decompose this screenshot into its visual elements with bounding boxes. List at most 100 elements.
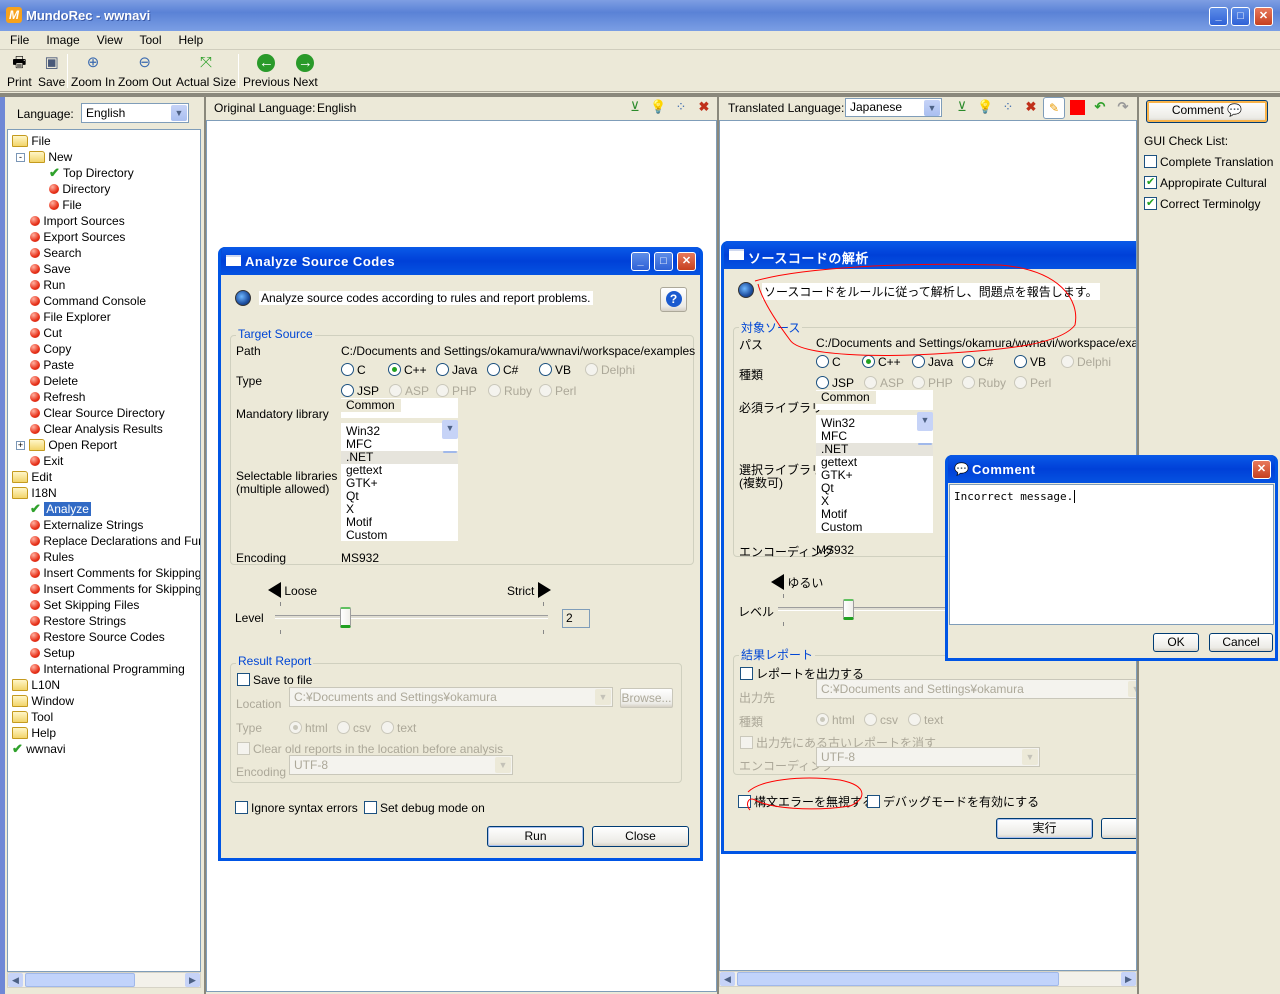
zoom-out-button[interactable]: ⊖ Zoom Out	[118, 52, 171, 89]
tree-item[interactable]: Search	[30, 245, 81, 261]
report-encoding-combo[interactable]: UTF-8 ▼	[289, 755, 513, 775]
ignore-syntax-errors-checkbox[interactable]: Ignore syntax errors	[235, 801, 358, 815]
tree-item[interactable]: Restore Strings	[30, 613, 126, 629]
report-type-radio[interactable]: text	[908, 713, 943, 727]
menu-view[interactable]: View	[97, 33, 123, 47]
tree-item[interactable]: Set Skipping Files	[30, 597, 139, 613]
level-slider-thumb[interactable]	[340, 607, 351, 628]
type-radio-vb[interactable]: VB	[1014, 355, 1046, 369]
feature-tree[interactable]: File - New ✔ Top Directory Directory File …	[7, 129, 201, 972]
redo-icon[interactable]: ↷	[1115, 99, 1131, 115]
tree-item[interactable]: Help	[12, 725, 56, 741]
tree-item[interactable]: File	[12, 133, 51, 149]
pin-icon[interactable]: ⊻	[627, 99, 643, 115]
radio-circle[interactable]	[912, 355, 925, 368]
tree-item[interactable]: ✔ Top Directory	[49, 165, 134, 181]
close-button[interactable]: ✕	[677, 252, 696, 271]
minimize-button[interactable]: _	[1209, 7, 1228, 26]
radio-circle[interactable]	[585, 363, 598, 376]
radio-circle[interactable]	[337, 721, 350, 734]
menu-tool[interactable]: Tool	[140, 33, 162, 47]
checkbox[interactable]	[740, 667, 753, 680]
comment-textarea[interactable]: Incorrect message.​	[949, 484, 1274, 625]
scroll-thumb[interactable]	[25, 973, 135, 987]
radio-circle[interactable]	[1014, 376, 1027, 389]
type-radio-vb[interactable]: VB	[539, 363, 571, 377]
radio-circle[interactable]	[341, 363, 354, 376]
scroll-down-icon[interactable]: ▼	[442, 420, 458, 436]
close-dialog-button[interactable]: 閉	[1101, 818, 1136, 839]
grid-icon[interactable]: ⁘	[673, 99, 689, 115]
menu-file[interactable]: File	[10, 33, 29, 47]
tree-item[interactable]: Copy	[30, 341, 71, 357]
tree-item[interactable]: Save	[30, 261, 71, 277]
radio-circle[interactable]	[816, 355, 829, 368]
lightbulb-icon[interactable]: 💡	[650, 99, 666, 115]
tree-item[interactable]: ✔ wwnavi	[12, 741, 66, 757]
tree-item[interactable]: Setup	[30, 645, 75, 661]
tree-item[interactable]: Directory	[49, 181, 110, 197]
type-radio-cpp[interactable]: C++	[388, 363, 427, 377]
scroll-right-icon[interactable]: ▶	[1121, 972, 1136, 986]
scroll-left-icon[interactable]: ◀	[8, 973, 23, 987]
report-type-radio[interactable]: text	[381, 721, 416, 735]
type-radio-php[interactable]: PHP	[436, 384, 477, 398]
type-radio-perl[interactable]: Perl	[539, 384, 576, 398]
radio-circle[interactable]	[388, 363, 401, 376]
checkbox[interactable]	[1144, 175, 1157, 189]
checkbox[interactable]	[1144, 155, 1157, 168]
type-radio-c[interactable]: C	[816, 355, 841, 369]
library-item[interactable]: Qt	[341, 490, 458, 503]
pin-icon[interactable]: ⊻	[954, 99, 970, 115]
tree-item[interactable]: ✔ Analyze	[30, 501, 91, 517]
debug-mode-checkbox[interactable]: Set debug mode on	[364, 801, 485, 815]
type-radio-jsp[interactable]: JSP	[341, 384, 379, 398]
tree-item[interactable]: Replace Declarations and Functions	[30, 533, 200, 549]
menu-image[interactable]: Image	[46, 33, 79, 47]
radio-circle[interactable]	[487, 363, 500, 376]
location-combo[interactable]: C:¥Documents and Settings¥okamura ▼	[289, 687, 613, 707]
tree-item[interactable]: Exit	[30, 453, 63, 469]
tree-item[interactable]: Import Sources	[30, 213, 125, 229]
tree-item[interactable]: L10N	[12, 677, 60, 693]
language-select[interactable]: English ▼	[81, 103, 189, 123]
tree-horizontal-scrollbar[interactable]: ◀ ▶	[7, 972, 201, 988]
level-slider-thumb[interactable]	[843, 599, 854, 620]
save-to-file-checkbox[interactable]: Save to file	[237, 673, 312, 687]
clear-old-reports-checkbox[interactable]: Clear old reports in the location before…	[237, 742, 503, 756]
radio-circle[interactable]	[816, 376, 829, 389]
tree-item[interactable]: Tool	[12, 709, 53, 725]
comment-button[interactable]: Comment 💬	[1146, 100, 1268, 123]
checkbox[interactable]	[364, 801, 377, 814]
scroll-thumb[interactable]	[443, 451, 457, 453]
scroll-down-icon[interactable]: ▼	[917, 412, 933, 428]
type-radio-ruby[interactable]: Ruby	[488, 384, 532, 398]
type-radio-java[interactable]: Java	[912, 355, 953, 369]
report-type-radio[interactable]: html	[289, 721, 328, 735]
tree-item[interactable]: International Programming	[30, 661, 185, 677]
library-item[interactable]: Custom	[816, 521, 933, 534]
type-radio-php[interactable]: PHP	[912, 376, 953, 390]
scroll-thumb[interactable]	[737, 972, 1059, 986]
report-type-radio[interactable]: csv	[337, 721, 371, 735]
tree-item[interactable]: Rules	[30, 549, 74, 565]
color-swatch-red[interactable]	[1070, 100, 1085, 115]
level-slider-track[interactable]	[275, 615, 548, 619]
pencil-icon[interactable]: ✎	[1043, 97, 1065, 119]
checklist-item-cultural[interactable]: Appropirate Cultural	[1144, 175, 1267, 190]
scroll-thumb[interactable]	[918, 443, 932, 445]
radio-circle[interactable]	[864, 376, 877, 389]
ok-button[interactable]: OK	[1153, 633, 1199, 652]
radio-circle[interactable]	[862, 355, 875, 368]
translated-language-select[interactable]: Japanese ▼	[845, 98, 942, 117]
checkbox[interactable]	[867, 795, 880, 808]
tree-item[interactable]: File Explorer	[30, 309, 111, 325]
run-button[interactable]: 実行	[996, 818, 1093, 839]
type-radio-asp[interactable]: ASP	[389, 384, 429, 398]
next-button[interactable]: → Next	[293, 52, 318, 89]
cancel-button[interactable]: Cancel	[1209, 633, 1273, 652]
report-type-radio[interactable]: html	[816, 713, 855, 727]
collapse-icon[interactable]: -	[16, 153, 25, 162]
library-item[interactable]: Custom	[341, 529, 458, 542]
ignore-syntax-errors-checkbox[interactable]: 構文エラーを無視する	[738, 793, 874, 810]
